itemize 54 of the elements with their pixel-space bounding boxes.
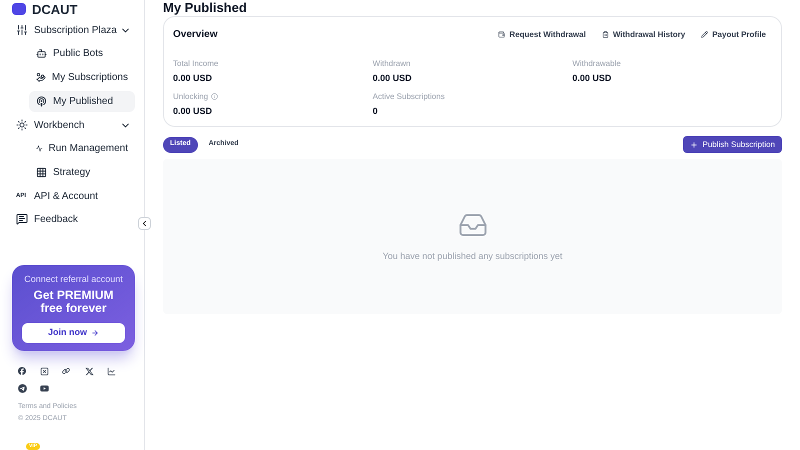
- telegram-icon[interactable]: [18, 384, 27, 392]
- sidebar-group[interactable]: Workbench: [12, 115, 135, 135]
- page-title: My Published: [163, 1, 248, 14]
- stat-value: 0: [372, 104, 379, 118]
- chevron-left-icon: [140, 219, 149, 228]
- stat-value: 0.00 USD: [173, 72, 214, 85]
- stat-label: Withdrawable: [572, 58, 621, 70]
- card-title: Overview: [173, 28, 218, 42]
- sidebar-item[interactable]: Strategy: [29, 162, 135, 183]
- stat-label: Total Income: [173, 58, 218, 70]
- item-icon: [36, 48, 47, 59]
- stat-value: 0.00 USD: [572, 72, 612, 85]
- publish-button[interactable]: Publish Subscription: [682, 136, 782, 153]
- stat-label: Unlocking: [173, 90, 208, 102]
- sidebar-item[interactable]: My Published: [29, 91, 135, 112]
- stat-label: Withdrawn: [372, 58, 410, 70]
- item-icon: [36, 72, 46, 83]
- logo-text: DCAUT: [32, 2, 78, 16]
- logo-icon: [12, 3, 26, 15]
- action-link[interactable]: Request Withdrawal: [498, 28, 586, 40]
- stat-value: 0.00 USD: [173, 104, 214, 118]
- action-icon: [701, 31, 708, 38]
- arrow-right-icon: [91, 328, 99, 336]
- action-icon: [602, 31, 609, 38]
- sidebar-group[interactable]: Subscription Plaza: [12, 20, 135, 40]
- plus-icon: [690, 140, 698, 148]
- join-button[interactable]: Join now: [22, 322, 125, 342]
- info-icon: [211, 93, 218, 100]
- action-icon: [498, 31, 506, 38]
- stat-value: 0.00 USD: [372, 72, 413, 85]
- promo-headline: Get PREMIUM: [33, 288, 114, 302]
- group-icon: [16, 24, 28, 36]
- group-icon: [16, 119, 28, 131]
- sidebar-item[interactable]: Feedback: [12, 209, 135, 229]
- chart-icon[interactable]: [106, 366, 116, 376]
- collapse-button[interactable]: [138, 217, 151, 230]
- empty-message: You have not published any subscriptions yet: [382, 250, 562, 263]
- promo-subtitle: Connect referral account: [24, 273, 123, 286]
- item-icon: [36, 96, 47, 107]
- facebook-icon[interactable]: [18, 366, 26, 374]
- sidebar-item[interactable]: Run Management: [29, 138, 135, 159]
- item-icon: [36, 167, 47, 178]
- feedback-icon: [16, 213, 28, 225]
- link-icon[interactable]: [62, 366, 70, 374]
- youtube-icon[interactable]: [40, 384, 50, 392]
- action-link[interactable]: Withdrawal History: [602, 28, 686, 40]
- action-link[interactable]: Payout Profile: [701, 28, 766, 40]
- square-icon[interactable]: [40, 366, 50, 376]
- stat-label: Active Subscriptions: [372, 90, 445, 102]
- x-icon[interactable]: [84, 366, 94, 376]
- item-icon: [36, 143, 42, 154]
- sidebar-item[interactable]: My Subscriptions: [29, 67, 135, 88]
- sidebar-item[interactable]: Public Bots: [29, 43, 135, 64]
- promo-headline: free forever: [40, 302, 107, 314]
